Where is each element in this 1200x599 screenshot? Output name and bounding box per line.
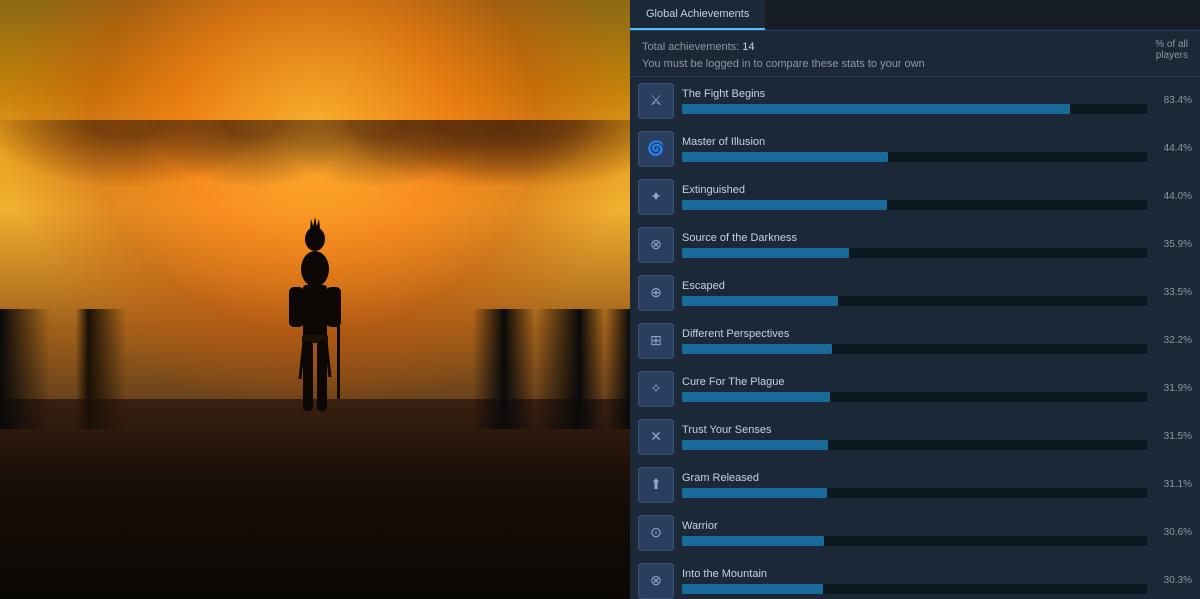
- achievement-percent: 44.0%: [1157, 191, 1192, 202]
- achievement-percent: 35.9%: [1157, 239, 1192, 250]
- progress-bar-container: [682, 200, 1147, 210]
- achievement-icon: ⚔: [638, 83, 674, 119]
- progress-bar-container: [682, 536, 1147, 546]
- achievement-content: Source of the Darkness: [682, 232, 1147, 258]
- progress-bar-container: [682, 104, 1147, 114]
- progress-bar: [682, 248, 849, 258]
- achievement-row: ⬆ Gram Released 31.1%: [630, 461, 1200, 509]
- progress-bar: [682, 344, 832, 354]
- achievement-name: Escaped: [682, 280, 1147, 292]
- achievement-row: ⊗ Into the Mountain 30.3%: [630, 557, 1200, 599]
- progress-bar: [682, 104, 1070, 114]
- achievements-header: Total achievements: 14 You must be logge…: [630, 31, 1200, 77]
- tab-global-achievements[interactable]: Global Achievements: [630, 0, 765, 30]
- achievement-percent: 31.5%: [1157, 431, 1192, 442]
- achievement-name: Extinguished: [682, 184, 1147, 196]
- achievement-name: Warrior: [682, 520, 1147, 532]
- achievement-percent: 31.1%: [1157, 479, 1192, 490]
- achievement-row: ✧ Cure For The Plague 31.9%: [630, 365, 1200, 413]
- achievement-percent: 31.9%: [1157, 383, 1192, 394]
- achievement-row: ⚔ The Fight Begins 83.4%: [630, 77, 1200, 125]
- achievement-name: Gram Released: [682, 472, 1147, 484]
- achievement-name: The Fight Begins: [682, 88, 1147, 100]
- login-note: You must be logged in to compare these s…: [642, 58, 925, 70]
- achievement-percent: 83.4%: [1157, 95, 1192, 106]
- achievement-row: ✕ Trust Your Senses 31.5%: [630, 413, 1200, 461]
- achievement-name: Master of Illusion: [682, 136, 1147, 148]
- progress-bar-container: [682, 152, 1147, 162]
- achievement-row: ⊕ Escaped 33.5%: [630, 269, 1200, 317]
- achievement-percent: 30.3%: [1157, 575, 1192, 586]
- game-screenshot: [0, 0, 630, 599]
- game-background: [0, 0, 630, 599]
- character-silhouette: [275, 209, 355, 429]
- achievement-content: Different Perspectives: [682, 328, 1147, 354]
- achievement-icon: ⊞: [638, 323, 674, 359]
- progress-bar-container: [682, 584, 1147, 594]
- achievement-icon: ⊕: [638, 275, 674, 311]
- achievement-content: Gram Released: [682, 472, 1147, 498]
- achievement-content: Trust Your Senses: [682, 424, 1147, 450]
- ground: [0, 399, 630, 599]
- progress-bar: [682, 392, 830, 402]
- achievement-icon: ✕: [638, 419, 674, 455]
- achievement-icon: ⊙: [638, 515, 674, 551]
- achievement-icon: ✦: [638, 179, 674, 215]
- achievement-row: ⊞ Different Perspectives 32.2%: [630, 317, 1200, 365]
- achievement-percent: 32.2%: [1157, 335, 1192, 346]
- achievement-row: ✦ Extinguished 44.0%: [630, 173, 1200, 221]
- achievement-row: ⊗ Source of the Darkness 35.9%: [630, 221, 1200, 269]
- achievement-name: Different Perspectives: [682, 328, 1147, 340]
- achievement-name: Trust Your Senses: [682, 424, 1147, 436]
- total-label: Total achievements:: [642, 41, 739, 53]
- achievement-icon: ⊗: [638, 563, 674, 599]
- progress-bar-container: [682, 248, 1147, 258]
- progress-bar: [682, 296, 838, 306]
- achievement-content: The Fight Begins: [682, 88, 1147, 114]
- progress-bar: [682, 488, 827, 498]
- achievement-percent: 30.6%: [1157, 527, 1192, 538]
- total-value: 14: [742, 41, 754, 53]
- achievements-panel: Global Achievements Total achievements: …: [630, 0, 1200, 599]
- achievement-content: Master of Illusion: [682, 136, 1147, 162]
- progress-bar: [682, 440, 828, 450]
- achievement-icon: 🌀: [638, 131, 674, 167]
- achievement-name: Into the Mountain: [682, 568, 1147, 580]
- achievement-content: Extinguished: [682, 184, 1147, 210]
- progress-bar: [682, 584, 823, 594]
- achievement-icon: ⊗: [638, 227, 674, 263]
- progress-bar-container: [682, 440, 1147, 450]
- progress-bar-container: [682, 296, 1147, 306]
- achievement-percent: 44.4%: [1157, 143, 1192, 154]
- achievement-name: Source of the Darkness: [682, 232, 1147, 244]
- achievement-row: 🌀 Master of Illusion 44.4%: [630, 125, 1200, 173]
- achievement-content: Escaped: [682, 280, 1147, 306]
- achievement-percent: 33.5%: [1157, 287, 1192, 298]
- progress-bar-container: [682, 344, 1147, 354]
- column-header: % of all players: [1155, 39, 1188, 61]
- progress-bar-container: [682, 488, 1147, 498]
- achievement-content: Cure For The Plague: [682, 376, 1147, 402]
- tab-bar: Global Achievements: [630, 0, 1200, 31]
- achievement-name: Cure For The Plague: [682, 376, 1147, 388]
- achievement-content: Into the Mountain: [682, 568, 1147, 594]
- progress-bar: [682, 152, 888, 162]
- progress-bar: [682, 200, 887, 210]
- achievement-icon: ✧: [638, 371, 674, 407]
- progress-bar: [682, 536, 824, 546]
- achievement-content: Warrior: [682, 520, 1147, 546]
- progress-bar-container: [682, 392, 1147, 402]
- achievement-row: ⊙ Warrior 30.6%: [630, 509, 1200, 557]
- achievement-icon: ⬆: [638, 467, 674, 503]
- header-info: Total achievements: 14 You must be logge…: [642, 39, 925, 72]
- achievements-list[interactable]: ⚔ The Fight Begins 83.4% 🌀 Master of Illusio…: [630, 77, 1200, 599]
